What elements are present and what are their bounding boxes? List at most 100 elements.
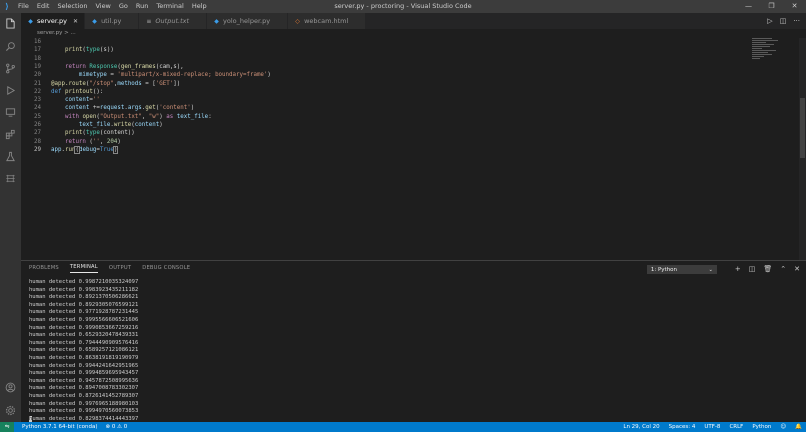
menu-go[interactable]: Go	[115, 0, 132, 13]
code-text: mimetype = 'multipart/x-mixed-replace; b…	[78, 72, 271, 79]
extensions-icon[interactable]	[3, 127, 18, 142]
window-controls: — ❐ ✕	[737, 0, 806, 13]
terminal-line: human detected 0.9976965188980103	[29, 400, 139, 407]
python-interpreter[interactable]: Python 3.7.1 64-bit (conda)	[22, 422, 98, 432]
line-number: 17	[34, 47, 41, 54]
line-number: 20	[34, 72, 41, 79]
terminal-line: human detected 0.9990853667259216	[29, 324, 139, 331]
tab-output[interactable]: OUTPUT	[109, 265, 131, 273]
close-tab-icon[interactable]: ✕	[73, 18, 78, 25]
tab-yolo-helper-py[interactable]: ◆ yolo_helper.py ✕	[207, 13, 289, 29]
terminal-line: human detected 0.8638191819190979	[29, 354, 139, 361]
split-terminal-icon[interactable]: ◫	[749, 265, 756, 273]
terminal-line: human detected 0.9457872508995636	[29, 377, 139, 384]
panel-tabs: PROBLEMS TERMINAL OUTPUT DEBUG CONSOLE	[21, 261, 201, 276]
status-bar: ⇋ Python 3.7.1 64-bit (conda) ⊗ 0 ⚠ 0 Ln…	[0, 422, 806, 432]
line-number: 24	[34, 105, 41, 112]
scrollbar-thumb[interactable]	[800, 98, 805, 158]
tab-output-txt[interactable]: ≡ Output.txt ✕	[139, 13, 208, 29]
files-icon[interactable]	[3, 16, 18, 31]
maximize-button[interactable]: ❐	[760, 0, 783, 13]
menu-terminal[interactable]: Terminal	[152, 0, 187, 13]
menu-help[interactable]: Help	[188, 0, 211, 13]
settings-gear-icon[interactable]	[3, 403, 18, 418]
terminal-select[interactable]: 1: Python ⌄	[646, 264, 717, 274]
maximize-panel-icon[interactable]: ⌃	[780, 265, 786, 273]
line-ending[interactable]: CRLF	[729, 422, 743, 432]
terminal-line: human detected 0.8726141452789307	[29, 392, 139, 399]
more-actions-icon[interactable]: ···	[793, 17, 800, 25]
run-file-icon[interactable]: ▷	[767, 17, 772, 25]
line-number: 27	[34, 130, 41, 137]
panel-controls: 1: Python ⌄ + ◫ 🗑 ⌃ ✕	[646, 264, 800, 274]
source-control-icon[interactable]	[3, 61, 18, 76]
menu-run[interactable]: Run	[132, 0, 152, 13]
menu-file[interactable]: File	[14, 0, 33, 13]
tab-label: util.py	[101, 17, 122, 25]
terminal-line: human detected 0.9994970560073853	[29, 408, 139, 415]
trash-icon[interactable]: 🗑	[763, 265, 772, 273]
terminal-line: human detected 0.9944241642951965	[29, 362, 139, 369]
line-number: 23	[34, 97, 41, 104]
tab-webcam-html[interactable]: ◇ webcam.html ✕	[288, 13, 367, 29]
tab-problems[interactable]: PROBLEMS	[29, 265, 59, 273]
remote-explorer-icon[interactable]	[3, 105, 18, 120]
new-terminal-icon[interactable]: +	[735, 265, 741, 273]
line-number: 28	[34, 138, 41, 145]
notifications-bell-icon[interactable]: 🔔	[795, 422, 802, 432]
feedback-icon[interactable]: ☺	[780, 422, 786, 432]
menu-edit[interactable]: Edit	[33, 0, 54, 13]
terminal-select-value: 1: Python	[650, 266, 678, 273]
tab-terminal[interactable]: TERMINAL	[69, 264, 98, 273]
chevron-down-icon: ⌄	[708, 266, 713, 273]
code-text: print(type(s))	[64, 47, 114, 54]
line-number: 29	[34, 146, 41, 153]
terminal-line: human detected 0.7944490909576416	[29, 339, 139, 346]
terminal-output[interactable]: human detected 0.9987210035324097 human d…	[29, 279, 138, 423]
editor-scrollbar[interactable]	[799, 38, 806, 260]
minimize-button[interactable]: —	[737, 0, 760, 13]
line-number: 16	[34, 39, 41, 45]
split-editor-icon[interactable]: ◫	[780, 17, 787, 25]
python-file-icon: ◆	[28, 17, 33, 25]
breadcrumb[interactable]: server.py > ...	[21, 29, 76, 38]
search-icon[interactable]	[3, 39, 18, 54]
bottom-panel: PROBLEMS TERMINAL OUTPUT DEBUG CONSOLE 1…	[21, 260, 806, 422]
menu-selection[interactable]: Selection	[53, 0, 91, 13]
remote-icon[interactable]: ⇋	[0, 422, 14, 432]
database-icon[interactable]	[3, 171, 18, 186]
minimap[interactable]	[752, 38, 782, 68]
title-bar: ⟩ File Edit Selection View Go Run Termin…	[0, 0, 806, 13]
terminal-cursor: h	[29, 415, 33, 422]
cursor-position[interactable]: Ln 29, Col 20	[623, 422, 659, 432]
run-debug-icon[interactable]	[3, 83, 18, 98]
problems-count[interactable]: ⊗ 0 ⚠ 0	[106, 422, 128, 432]
line-number: 21	[34, 80, 41, 87]
test-icon[interactable]	[3, 149, 18, 164]
close-panel-icon[interactable]: ✕	[794, 265, 800, 273]
line-number: 26	[34, 122, 41, 128]
language-mode[interactable]: Python	[752, 422, 771, 432]
menu-bar: File Edit Selection View Go Run Terminal…	[14, 0, 211, 13]
code-editor[interactable]: 16 17 print(type(s)) 18 19 return Respon…	[21, 38, 806, 260]
terminal-line: human detected 0.8947008783302307	[29, 385, 139, 392]
encoding[interactable]: UTF-8	[704, 422, 720, 432]
tab-server-py[interactable]: ◆ server.py ✕	[21, 13, 86, 29]
line-number: 22	[34, 88, 41, 95]
tab-util-py[interactable]: ◆ util.py ✕	[85, 13, 140, 29]
menu-view[interactable]: View	[91, 0, 114, 13]
editor-actions: ▷ ◫ ···	[760, 13, 800, 29]
terminal-line: human detected 0.9995566606521606	[29, 316, 139, 323]
indentation[interactable]: Spaces: 4	[669, 422, 696, 432]
code-text: return Response(gen_frames(cam,s),	[64, 63, 184, 70]
code-text: app.run(debug=True)	[51, 145, 119, 154]
terminal-line: human detected 0.6589257121086121	[29, 347, 139, 354]
tab-debug-console[interactable]: DEBUG CONSOLE	[142, 265, 190, 273]
line-number: 19	[34, 63, 41, 70]
text-file-icon: ≡	[146, 17, 152, 25]
terminal-line: human detected 0.6529320478439331	[29, 332, 139, 339]
account-icon[interactable]	[3, 380, 18, 395]
python-file-icon: ◆	[92, 17, 97, 25]
terminal-line: human detected 0.9994859695943457	[29, 370, 139, 377]
close-window-button[interactable]: ✕	[783, 0, 806, 13]
